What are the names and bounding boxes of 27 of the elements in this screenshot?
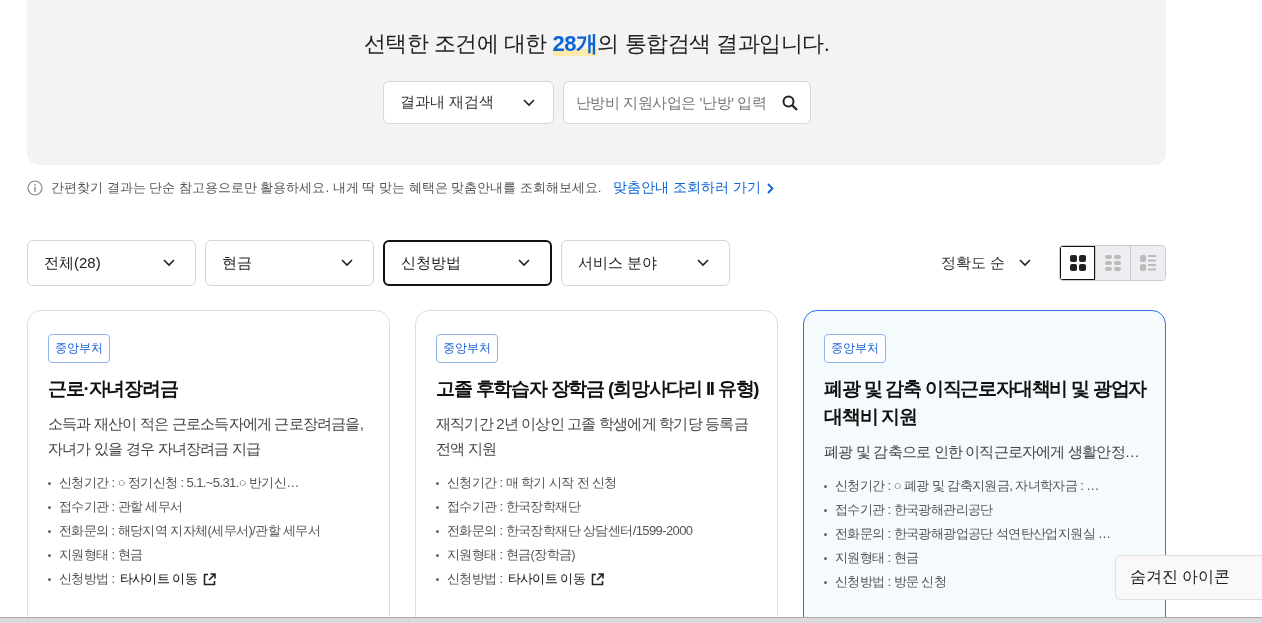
detail-text: 지원형태 : 현금 [835, 549, 919, 567]
category-tag: 중앙부처 [824, 334, 886, 363]
card-description: 재직기간 2년 이상인 고졸 학생에게 학기당 등록금 전액 지원 [436, 414, 749, 459]
detail-text: 전화문의 : 해당지역 지자체(세무서)/관할 세무서 [59, 522, 321, 540]
detail-text: 전화문의 : 한국장학재단 상담센터/1599-2000 [447, 522, 693, 540]
card-title: 폐광 및 감축 이직근로자대책비 및 광업자 대책비 지원 [824, 377, 1148, 429]
hidden-icons-tooltip: 숨겨진 아이콘 [1115, 555, 1262, 600]
detail-text: 신청기간 : ○ 폐광 및 감축지원금, 자녀학자금 : … [835, 477, 1099, 495]
detail-text: 지원형태 : 현금 [59, 546, 143, 564]
category-tag: 중앙부처 [48, 334, 110, 363]
card-description: 소득과 재산이 적은 근로소득자에게 근로장려금을, 자녀가 있을 경우 자녀장려금 지급 [48, 414, 365, 459]
result-summary: 선택한 조건에 대한 28개의 통합검색 결과입니다. [363, 30, 830, 58]
detail-text: 접수기관 : 관할 세무서 [59, 498, 183, 516]
detail-text: 신청기간 : ○ 정기신청 : 5.1.~5.31.○ 반기신… [59, 474, 299, 492]
detail-text: 접수기관 : 한국광해관리공단 [835, 501, 993, 519]
category-tag: 중앙부처 [436, 334, 498, 363]
detail-text: 전화문의 : 한국광해광업공단 석연탄산업지원실 … [835, 525, 1111, 543]
notice-text: 간편찾기 결과는 단순 참고용으로만 활용하세요. 내게 딱 맞는 혜택은 맞춤안내를 조회해보세요. [51, 179, 602, 197]
detail-label: 신청방법 : [59, 570, 115, 588]
card-title: 고졸 후학습자 장학금 (희망사다리 II 유형) [436, 377, 760, 401]
detail-text: 접수기관 : 한국장학재단 [447, 498, 581, 516]
detail-text: 지원형태 : 현금(장학금) [447, 546, 576, 564]
detail-text: 신청방법 : 방문 신청 [835, 573, 947, 591]
card-title: 근로·자녀장려금 [48, 377, 179, 401]
card-description: 폐광 및 감축으로 인한 이직근로자에게 생활안정… [824, 442, 1141, 462]
detail-label: 신청방법 : [447, 570, 503, 588]
detail-text: 신청기간 : 매 학기 시작 전 신청 [447, 474, 617, 492]
